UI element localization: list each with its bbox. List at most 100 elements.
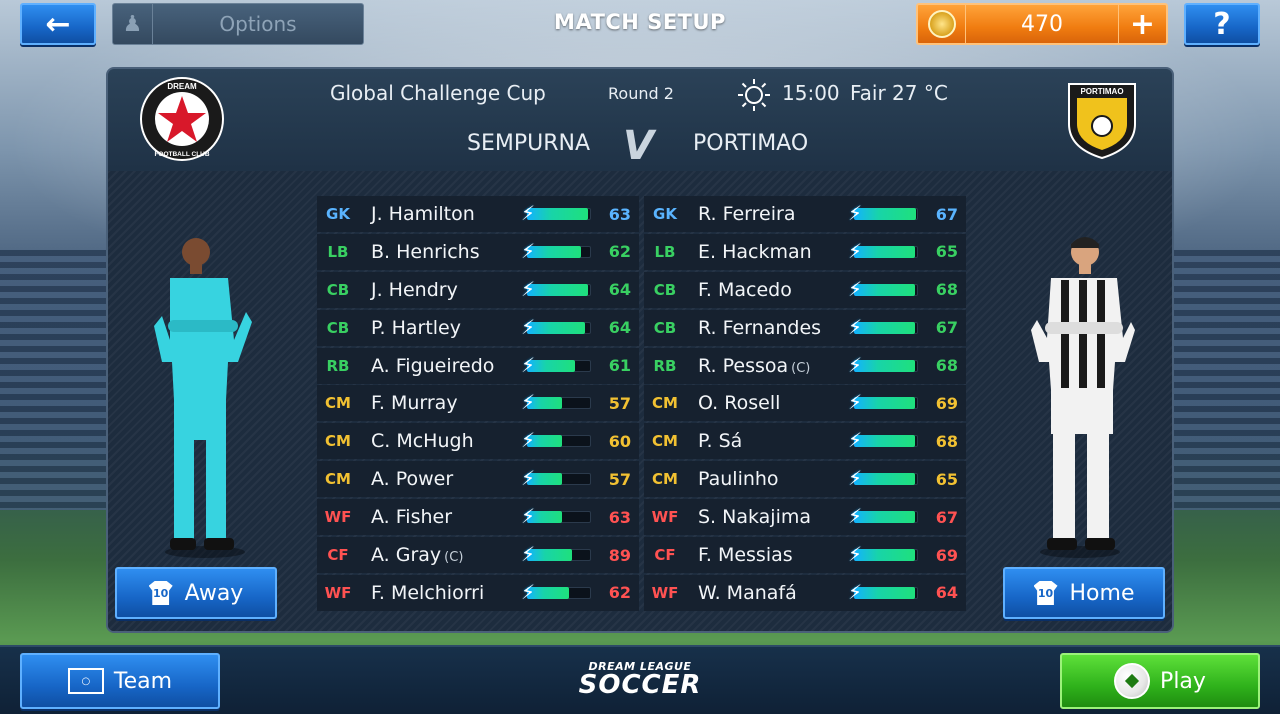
player-row[interactable]: LB E. Hackman ⚡ 65 (644, 233, 966, 270)
team-button[interactable]: ○ Team (20, 653, 220, 709)
play-button[interactable]: Play (1060, 653, 1260, 709)
stamina-bar: ⚡ (848, 315, 918, 339)
player-row[interactable]: CF F. Messias ⚡ 69 (644, 537, 966, 574)
player-row[interactable]: CB F. Macedo ⚡ 68 (644, 271, 966, 308)
player-name-text: F. Murray (371, 392, 458, 415)
player-row[interactable]: GK R. Ferreira ⚡ 67 (644, 196, 966, 232)
player-name-text: P. Sá (698, 430, 743, 453)
lightning-icon: ⚡ (848, 352, 863, 377)
player-name-text: C. McHugh (371, 430, 474, 453)
player-name: R. Fernandes (686, 317, 846, 339)
player-rating: 61 (608, 356, 631, 376)
player-name: F. Melchiorri (359, 582, 519, 604)
help-button[interactable]: ? (1184, 3, 1260, 45)
player-row[interactable]: CM P. Sá ⚡ 68 (644, 423, 966, 460)
lightning-icon: ⚡ (848, 238, 863, 263)
player-row[interactable]: CM C. McHugh ⚡ 60 (317, 423, 639, 460)
player-name-text: B. Henrichs (371, 240, 480, 263)
player-name-text: E. Hackman (698, 240, 812, 263)
player-rating: 68 (935, 431, 958, 451)
lightning-icon: ⚡ (521, 238, 536, 263)
player-name-text: F. Messias (698, 544, 793, 567)
home-lineup: GK J. Hamilton ⚡ 63 LB B. Henrichs ⚡ 62 CB J. Hen… (317, 196, 639, 613)
player-position: CB (653, 280, 677, 299)
stamina-bar: ⚡ (848, 390, 918, 414)
stamina-fill (527, 321, 585, 334)
player-row[interactable]: RB R. Pessoa (C) ⚡ 68 (644, 347, 966, 384)
player-name-text: R. Ferreira (698, 203, 796, 225)
lightning-icon: ⚡ (521, 276, 536, 301)
home-kit-button[interactable]: 10 Home (1003, 567, 1165, 619)
add-coins-button[interactable]: + (1118, 5, 1166, 43)
lightning-icon: ⚡ (521, 428, 536, 453)
home-player-figure (154, 238, 252, 558)
player-rating: 69 (935, 545, 958, 565)
player-position: CB (326, 318, 350, 337)
away-team-name: PORTIMAO (693, 131, 809, 156)
lightning-icon: ⚡ (521, 201, 536, 225)
player-rating: 57 (608, 393, 631, 413)
player-row[interactable]: WF A. Fisher ⚡ 63 (317, 499, 639, 536)
player-row[interactable]: LB B. Henrichs ⚡ 62 (317, 233, 639, 270)
lightning-icon: ⚡ (848, 201, 863, 225)
player-rating: 67 (935, 204, 958, 224)
player-row[interactable]: GK J. Hamilton ⚡ 63 (317, 196, 639, 232)
player-name: C. McHugh (359, 430, 519, 452)
player-name: A. Fisher (359, 506, 519, 528)
top-bar: ← ♟ Options MATCH SETUP 470 + ? (0, 0, 1280, 56)
player-position: CM (652, 470, 678, 489)
away-player-figure (1031, 237, 1135, 558)
lightning-icon: ⚡ (521, 352, 536, 377)
options-button[interactable]: ♟ Options (112, 3, 364, 45)
back-button[interactable]: ← (20, 3, 96, 45)
player-position: GK (653, 205, 677, 223)
stamina-bar: ⚡ (848, 201, 918, 225)
player-rating: 64 (935, 583, 958, 603)
away-logo-text: PORTIMAO (1080, 87, 1123, 96)
player-row[interactable]: CF A. Gray (C) ⚡ 89 (317, 537, 639, 574)
player-name: W. Manafá (686, 582, 846, 604)
player-name-text: Paulinho (698, 468, 779, 491)
stamina-bar: ⚡ (521, 504, 591, 528)
away-kit-button[interactable]: 10 Away (115, 567, 277, 619)
home-team-name: SEMPURNA (466, 131, 590, 156)
player-row[interactable]: WF F. Melchiorri ⚡ 62 (317, 574, 639, 611)
player-rating: 68 (935, 280, 958, 300)
player-row[interactable]: CM F. Murray ⚡ 57 (317, 385, 639, 422)
player-name: A. Power (359, 468, 519, 490)
player-row[interactable]: CB R. Fernandes ⚡ 67 (644, 309, 966, 346)
player-row[interactable]: CB P. Hartley ⚡ 64 (317, 309, 639, 346)
player-position: LB (654, 242, 676, 261)
player-name-text: S. Nakajima (698, 506, 812, 529)
player-name: R. Ferreira (686, 203, 846, 225)
player-row[interactable]: CM Paulinho ⚡ 65 (644, 461, 966, 498)
weather-label: Fair 27 °C (850, 81, 948, 105)
player-position: CM (325, 470, 351, 489)
player-position: WF (324, 583, 352, 602)
lightning-icon: ⚡ (848, 579, 863, 604)
player-row[interactable]: CM A. Power ⚡ 57 (317, 461, 639, 498)
game-logo: DREAM LEAGUE SOCCER (560, 661, 720, 698)
player-row[interactable]: CM O. Rosell ⚡ 69 (644, 385, 966, 422)
stamina-fill (527, 283, 588, 296)
player-rating: 68 (935, 356, 958, 376)
stamina-bar: ⚡ (521, 353, 591, 377)
player-row[interactable]: WF W. Manafá ⚡ 64 (644, 574, 966, 611)
lightning-icon: ⚡ (848, 276, 863, 301)
player-position: WF (651, 583, 679, 602)
play-button-label: Play (1160, 668, 1206, 694)
stamina-bar: ⚡ (848, 504, 918, 528)
home-club-logo: DREAM FOOTBALL CLUB (140, 77, 224, 161)
player-name-text: A. Gray (371, 544, 442, 567)
away-lineup: GK R. Ferreira ⚡ 67 LB E. Hackman ⚡ 65 CB F. Mace… (644, 196, 966, 613)
player-rating: 69 (935, 393, 958, 413)
player-position: RB (326, 356, 350, 375)
stamina-bar: ⚡ (848, 239, 918, 263)
versus-label: V (623, 123, 654, 169)
lightning-icon: ⚡ (521, 579, 536, 604)
player-row[interactable]: CB J. Hendry ⚡ 64 (317, 271, 639, 308)
player-row[interactable]: RB A. Figueiredo ⚡ 61 (317, 347, 639, 384)
stamina-bar: ⚡ (848, 466, 918, 490)
player-name-text: A. Figueiredo (371, 354, 495, 377)
player-row[interactable]: WF S. Nakajima ⚡ 67 (644, 499, 966, 536)
